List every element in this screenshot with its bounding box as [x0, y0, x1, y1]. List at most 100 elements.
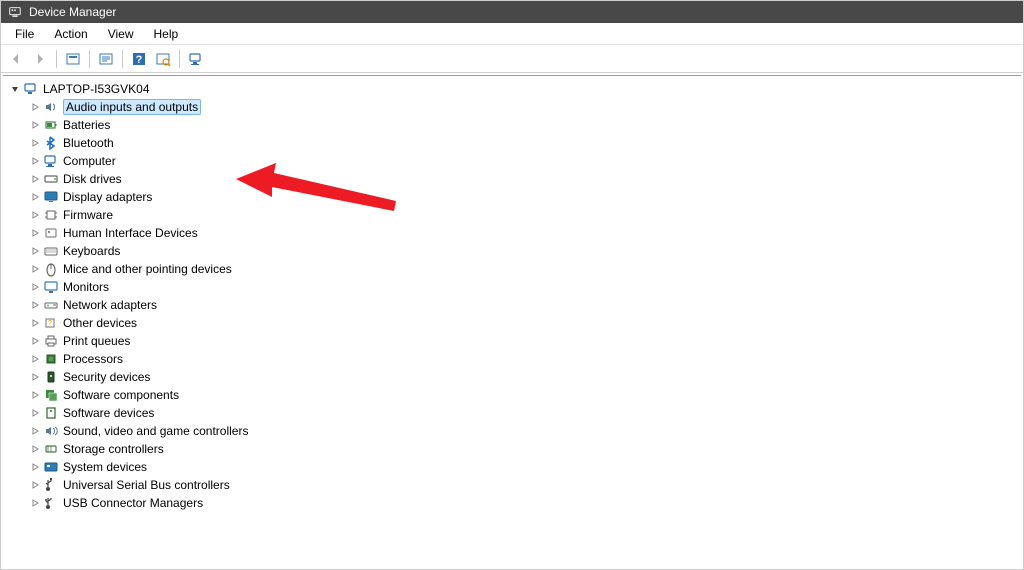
software-icon [43, 387, 59, 403]
tree-item-label: Human Interface Devices [63, 226, 198, 240]
network-icon [43, 297, 59, 313]
tree-item[interactable]: ?Other devices [3, 314, 1021, 332]
properties-button[interactable] [95, 48, 117, 70]
tree-item-label: Software components [63, 388, 179, 402]
chevron-right-icon[interactable] [29, 137, 41, 149]
toolbar-separator [179, 50, 180, 68]
tree-item-label: Bluetooth [63, 136, 114, 150]
tree-item[interactable]: Human Interface Devices [3, 224, 1021, 242]
chevron-right-icon[interactable] [29, 101, 41, 113]
toolbar-separator [56, 50, 57, 68]
chevron-right-icon[interactable] [29, 443, 41, 455]
tree-item[interactable]: Sound, video and game controllers [3, 422, 1021, 440]
chevron-right-icon[interactable] [29, 191, 41, 203]
app-icon [7, 4, 23, 20]
tree-item[interactable]: Display adapters [3, 188, 1021, 206]
chevron-right-icon[interactable] [29, 227, 41, 239]
chevron-right-icon[interactable] [29, 173, 41, 185]
chevron-down-icon[interactable] [9, 83, 21, 95]
mouse-icon [43, 261, 59, 277]
menu-help[interactable]: Help [144, 24, 189, 44]
toolbar: ? [1, 45, 1023, 73]
tree-root-label: LAPTOP-I53GVK04 [43, 82, 150, 96]
chevron-right-icon[interactable] [29, 335, 41, 347]
tree-item[interactable]: Storage controllers [3, 440, 1021, 458]
chevron-right-icon[interactable] [29, 353, 41, 365]
menu-bar: File Action View Help [1, 23, 1023, 45]
chevron-right-icon[interactable] [29, 479, 41, 491]
chevron-right-icon[interactable] [29, 389, 41, 401]
devices-button[interactable] [185, 48, 207, 70]
chevron-right-icon[interactable] [29, 371, 41, 383]
window-title: Device Manager [29, 5, 116, 19]
chevron-right-icon[interactable] [29, 407, 41, 419]
tree-item-label: Keyboards [63, 244, 120, 258]
tree-item[interactable]: USB Connector Managers [3, 494, 1021, 512]
show-hidden-button[interactable] [62, 48, 84, 70]
tree-item[interactable]: Software devices [3, 404, 1021, 422]
tree-item-label: Software devices [63, 406, 154, 420]
menu-view[interactable]: View [98, 24, 144, 44]
tree-item[interactable]: System devices [3, 458, 1021, 476]
sound-icon [43, 423, 59, 439]
device-tree-panel: LAPTOP-I53GVK04Audio inputs and outputsB… [3, 75, 1021, 567]
chevron-right-icon[interactable] [29, 299, 41, 311]
chevron-right-icon[interactable] [29, 461, 41, 473]
keyboard-icon [43, 243, 59, 259]
tree-item[interactable]: Security devices [3, 368, 1021, 386]
usbconn-icon [43, 495, 59, 511]
svg-text:?: ? [48, 320, 52, 327]
tree-item[interactable]: Monitors [3, 278, 1021, 296]
svg-text:?: ? [136, 54, 143, 66]
usb-icon [43, 477, 59, 493]
chevron-right-icon[interactable] [29, 281, 41, 293]
chevron-right-icon[interactable] [29, 425, 41, 437]
menu-action[interactable]: Action [44, 24, 97, 44]
chip-icon [43, 207, 59, 223]
tree-item[interactable]: Software components [3, 386, 1021, 404]
title-bar: Device Manager [1, 1, 1023, 23]
tree-item[interactable]: Audio inputs and outputs [3, 98, 1021, 116]
tree-item[interactable]: Universal Serial Bus controllers [3, 476, 1021, 494]
tree-item[interactable]: Processors [3, 350, 1021, 368]
battery-icon [43, 117, 59, 133]
chevron-right-icon[interactable] [29, 263, 41, 275]
printer-icon [43, 333, 59, 349]
chevron-right-icon[interactable] [29, 317, 41, 329]
tree-item[interactable]: Print queues [3, 332, 1021, 350]
tree-item[interactable]: Firmware [3, 206, 1021, 224]
other-icon: ? [43, 315, 59, 331]
tree-item-label: Monitors [63, 280, 109, 294]
chevron-right-icon[interactable] [29, 245, 41, 257]
computer-icon [23, 81, 39, 97]
storage-icon [43, 441, 59, 457]
tree-item-label: System devices [63, 460, 147, 474]
tree-item[interactable]: Keyboards [3, 242, 1021, 260]
computer-icon [43, 153, 59, 169]
chevron-right-icon[interactable] [29, 119, 41, 131]
tree-root-node[interactable]: LAPTOP-I53GVK04 [3, 80, 1021, 98]
bluetooth-icon [43, 135, 59, 151]
tree-item[interactable]: Batteries [3, 116, 1021, 134]
tree-item-label: USB Connector Managers [63, 496, 203, 510]
tree-item-label: Computer [63, 154, 116, 168]
help-button[interactable]: ? [128, 48, 150, 70]
tree-item[interactable]: Disk drives [3, 170, 1021, 188]
back-button[interactable] [5, 48, 27, 70]
menu-file[interactable]: File [5, 24, 44, 44]
chevron-right-icon[interactable] [29, 209, 41, 221]
tree-item[interactable]: Computer [3, 152, 1021, 170]
tree-item-label: Disk drives [63, 172, 122, 186]
chevron-right-icon[interactable] [29, 497, 41, 509]
tree-item-label: Network adapters [63, 298, 157, 312]
scan-button[interactable] [152, 48, 174, 70]
chevron-right-icon[interactable] [29, 155, 41, 167]
tree-item[interactable]: Mice and other pointing devices [3, 260, 1021, 278]
cpu-icon [43, 351, 59, 367]
tree-item[interactable]: Network adapters [3, 296, 1021, 314]
tree-item-label: Display adapters [63, 190, 152, 204]
forward-button[interactable] [29, 48, 51, 70]
speaker-icon [43, 99, 59, 115]
softdev-icon [43, 405, 59, 421]
tree-item[interactable]: Bluetooth [3, 134, 1021, 152]
